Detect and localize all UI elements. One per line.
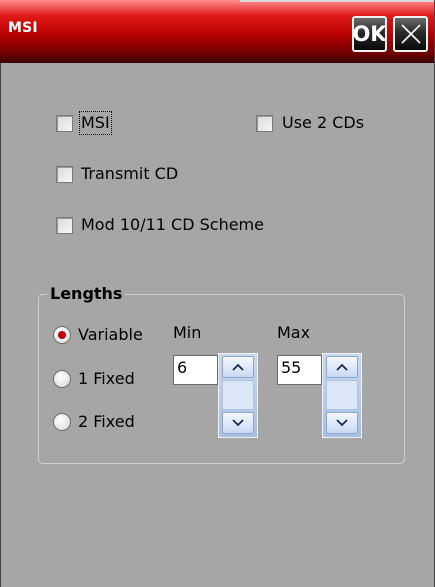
title-bar-top-edge	[240, 0, 435, 2]
chevron-up-icon	[336, 363, 348, 371]
use-2-cds-label: Use 2 CDs	[282, 113, 365, 132]
variable-radio[interactable]	[53, 326, 71, 344]
mod-10-11-cd-scheme-label: Mod 10/11 CD Scheme	[81, 215, 264, 234]
min-input[interactable]: 6	[173, 355, 218, 385]
radio-selected-dot	[58, 331, 66, 339]
msi-checkbox[interactable]	[56, 115, 73, 132]
close-x-icon	[400, 24, 421, 44]
lengths-group-label: Lengths	[47, 284, 126, 304]
min-label: Min	[173, 323, 202, 342]
min-increment-button[interactable]	[222, 356, 254, 378]
use-2-cds-checkbox[interactable]	[256, 115, 273, 132]
dialog-title: MSI	[8, 20, 38, 36]
max-increment-button[interactable]	[326, 356, 358, 378]
variable-label: Variable	[78, 325, 143, 344]
mod-10-11-cd-scheme-checkbox[interactable]	[56, 217, 73, 234]
transmit-cd-label: Transmit CD	[81, 164, 179, 183]
1-fixed-label: 1 Fixed	[78, 369, 135, 388]
2-fixed-label: 2 Fixed	[78, 412, 135, 431]
transmit-cd-checkbox[interactable]	[56, 166, 73, 183]
min-decrement-button[interactable]	[222, 412, 254, 434]
close-button[interactable]	[393, 16, 428, 52]
chevron-up-icon	[232, 363, 244, 371]
ok-button[interactable]: OK	[352, 16, 387, 52]
msi-dialog: MSI OK MSI Use 2 CDs Transmit CD Mod 10/…	[0, 0, 435, 587]
chevron-down-icon	[336, 419, 348, 427]
msi-label: MSI	[79, 111, 112, 135]
max-decrement-button[interactable]	[326, 412, 358, 434]
chevron-down-icon	[232, 419, 244, 427]
min-spinner	[218, 353, 258, 438]
1-fixed-radio[interactable]	[53, 370, 71, 388]
max-input[interactable]: 55	[277, 355, 322, 385]
max-spinner	[322, 353, 362, 438]
max-spinner-track[interactable]	[326, 380, 358, 410]
min-spinner-track[interactable]	[222, 380, 254, 410]
2-fixed-radio[interactable]	[53, 413, 71, 431]
max-label: Max	[277, 323, 311, 342]
